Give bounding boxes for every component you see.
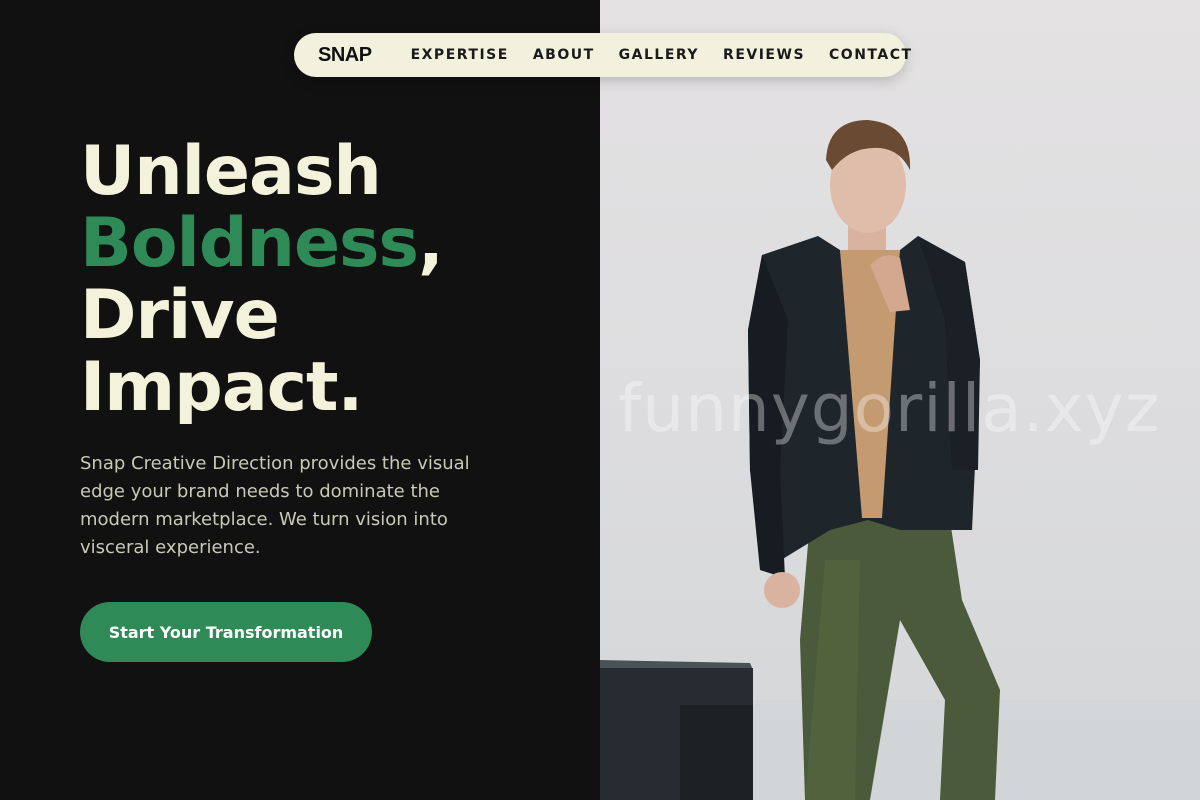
start-transformation-button[interactable]: Start Your Transformation <box>80 602 372 662</box>
brand-logo[interactable]: SNAP <box>318 44 372 67</box>
headline-comma: , <box>418 204 444 283</box>
headline-line-1: Unleash <box>80 132 382 211</box>
nav-item-expertise[interactable]: EXPERTISE <box>411 47 509 63</box>
hero-description: Snap Creative Direction provides the vis… <box>80 453 470 558</box>
watermark-text: funnygorilla.xyz <box>618 370 1161 447</box>
nav-item-reviews[interactable]: REVIEWS <box>723 47 805 63</box>
nav-item-gallery[interactable]: GALLERY <box>619 47 699 63</box>
nav-item-about[interactable]: ABOUT <box>533 47 595 63</box>
headline-line-4: Impact. <box>80 348 363 427</box>
nav-item-contact[interactable]: CONTACT <box>829 47 913 63</box>
hero-headline: Unleash Boldness, Drive Impact. <box>80 136 444 427</box>
main-nav: SNAP EXPERTISE ABOUT GALLERY REVIEWS CON… <box>294 33 911 77</box>
headline-accent-word: Boldness <box>80 204 419 283</box>
headline-line-3: Drive <box>80 276 280 355</box>
hero-photo: funnygorilla.xyz <box>600 0 1200 800</box>
